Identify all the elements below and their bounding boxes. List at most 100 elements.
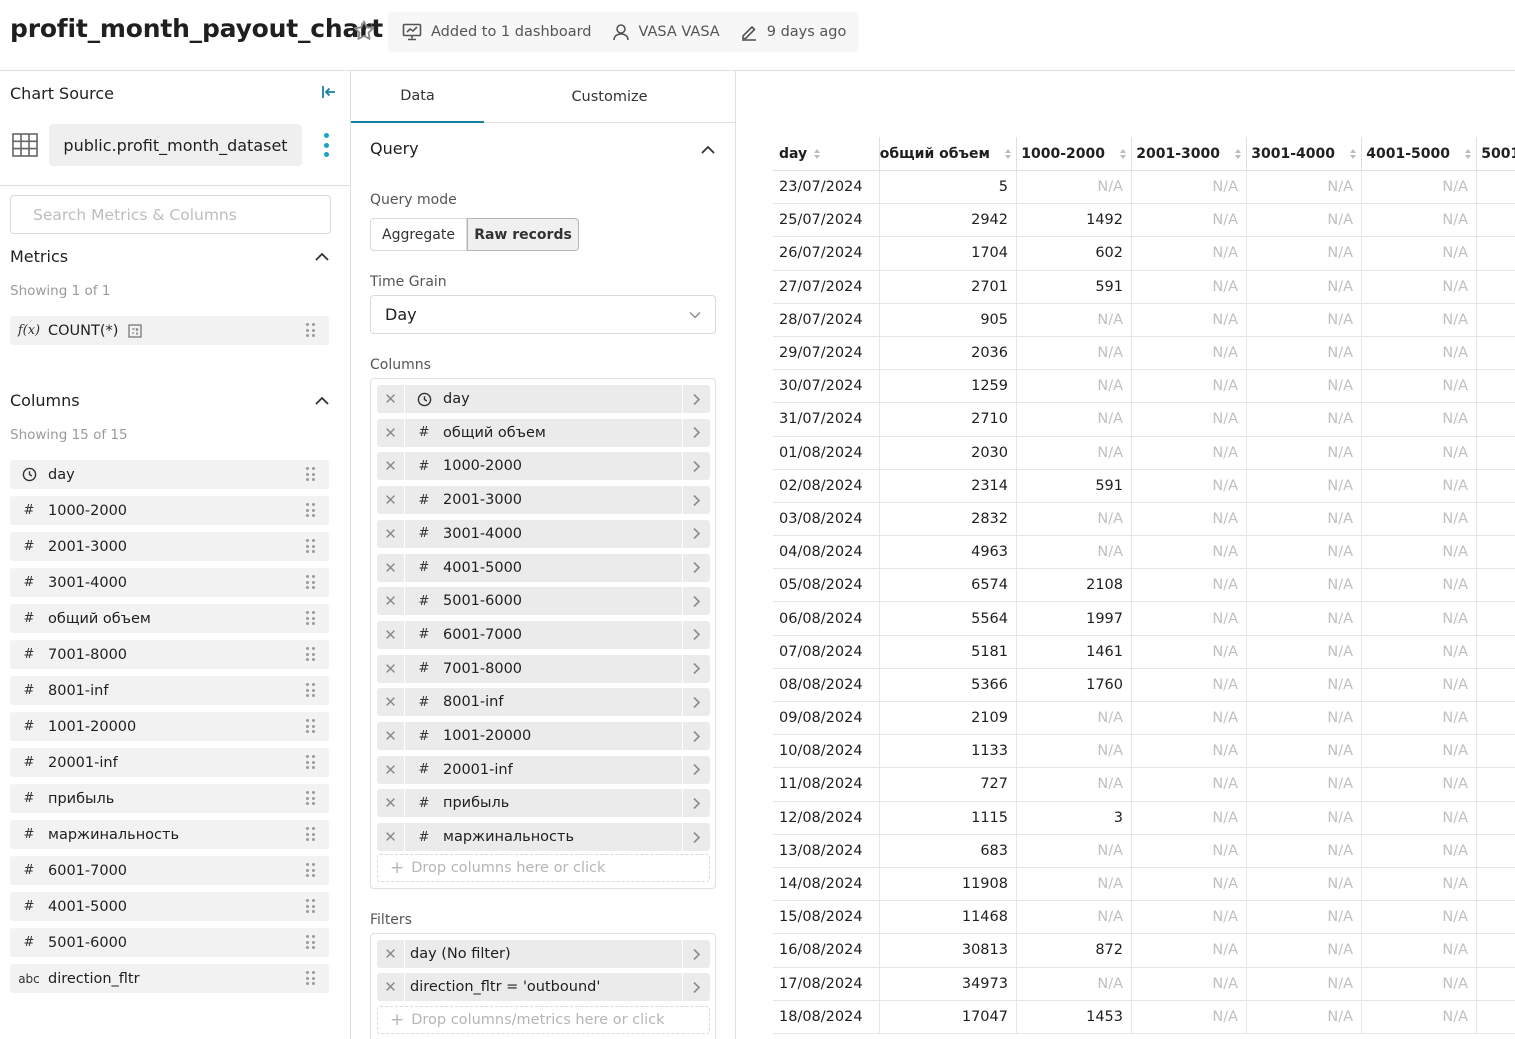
sort-icon[interactable]	[1004, 148, 1012, 160]
column-item[interactable]: abc direction_fltr	[10, 964, 329, 993]
drag-handle-icon[interactable]	[306, 467, 316, 482]
query-section-title[interactable]: Query	[370, 139, 419, 158]
column-header[interactable]: 2001-3000	[1132, 137, 1247, 171]
expand-chip[interactable]	[682, 755, 710, 784]
tab-data[interactable]: Data	[351, 71, 484, 123]
raw-records-button[interactable]: Raw records	[467, 218, 579, 251]
sort-icon[interactable]	[813, 148, 821, 160]
drag-handle-icon[interactable]	[306, 503, 316, 518]
expand-chip[interactable]	[682, 553, 710, 582]
filter-chip[interactable]: ✕ direction_fltr = 'outbound'	[377, 973, 710, 1001]
query-column-chip[interactable]: ✕ # 2001-3000	[377, 486, 710, 515]
sort-icon[interactable]	[1349, 148, 1357, 160]
owner-meta[interactable]: VASA VASA	[612, 23, 720, 41]
dashboards-meta[interactable]: Added to 1 dashboard	[402, 23, 592, 41]
search-metrics-columns-input[interactable]	[10, 195, 331, 234]
remove-icon[interactable]: ✕	[377, 385, 405, 413]
filter-chip[interactable]: ✕ day (No filter)	[377, 940, 710, 968]
remove-icon[interactable]: ✕	[377, 755, 405, 784]
expand-chip[interactable]	[682, 452, 710, 481]
column-header[interactable]: day	[773, 137, 880, 171]
expand-chip[interactable]	[682, 823, 710, 852]
columns-section-title[interactable]: Columns	[10, 391, 80, 410]
expand-chip[interactable]	[682, 418, 710, 447]
column-header[interactable]: общий объем	[880, 137, 1017, 171]
expand-chip[interactable]	[682, 620, 710, 649]
expand-chip[interactable]	[682, 519, 710, 548]
column-item[interactable]: # 2001-3000	[10, 532, 329, 561]
remove-icon[interactable]: ✕	[377, 973, 405, 1001]
sort-icon[interactable]	[1119, 148, 1127, 160]
remove-icon[interactable]: ✕	[377, 486, 405, 515]
sort-icon[interactable]	[1234, 148, 1242, 160]
expand-chip[interactable]	[682, 789, 710, 818]
drag-handle-icon[interactable]	[306, 647, 316, 662]
chart-title[interactable]: profit_month_payout_chart	[10, 14, 383, 43]
query-column-chip[interactable]: ✕ # 5001-6000	[377, 587, 710, 616]
remove-icon[interactable]: ✕	[377, 553, 405, 582]
star-icon[interactable]	[351, 18, 377, 44]
expand-chip[interactable]	[682, 486, 710, 515]
column-item[interactable]: # 20001-inf	[10, 748, 329, 777]
chevron-up-icon[interactable]	[700, 144, 716, 156]
drag-handle-icon[interactable]	[306, 539, 316, 554]
remove-icon[interactable]: ✕	[377, 587, 405, 616]
column-item[interactable]: # 3001-4000	[10, 568, 329, 597]
column-item[interactable]: # 1000-2000	[10, 496, 329, 525]
column-item[interactable]: # 6001-7000	[10, 856, 329, 885]
remove-icon[interactable]: ✕	[377, 722, 405, 750]
column-item[interactable]: # 7001-8000	[10, 640, 329, 669]
drag-handle-icon[interactable]	[306, 935, 316, 950]
drag-handle-icon[interactable]	[306, 971, 316, 986]
remove-icon[interactable]: ✕	[377, 620, 405, 649]
expand-chip[interactable]	[682, 385, 710, 413]
tab-customize[interactable]: Customize	[484, 71, 735, 123]
column-item[interactable]: # 1001-20000	[10, 712, 329, 741]
column-item[interactable]: # 8001-inf	[10, 676, 329, 705]
expand-chip[interactable]	[682, 722, 710, 750]
sort-icon[interactable]	[1464, 148, 1472, 160]
remove-icon[interactable]: ✕	[377, 823, 405, 852]
query-column-chip[interactable]: ✕ # прибыль	[377, 789, 710, 818]
expand-chip[interactable]	[682, 587, 710, 616]
drag-handle-icon[interactable]	[306, 791, 316, 806]
column-item[interactable]: # прибыль	[10, 784, 329, 813]
column-header[interactable]: 3001-4000	[1247, 137, 1362, 171]
query-column-chip[interactable]: ✕ # общий объем	[377, 418, 710, 447]
query-column-chip[interactable]: ✕ # 1001-20000	[377, 722, 710, 750]
metrics-section-title[interactable]: Metrics	[10, 247, 68, 266]
aggregate-button[interactable]: Aggregate	[370, 218, 467, 251]
column-header[interactable]: 1000-2000	[1017, 137, 1132, 171]
remove-icon[interactable]: ✕	[377, 452, 405, 481]
query-column-chip[interactable]: ✕ day	[377, 385, 710, 413]
filters-drop-zone[interactable]: + Drop columns/metrics here or click	[377, 1006, 710, 1034]
remove-icon[interactable]: ✕	[377, 519, 405, 548]
drag-handle-icon[interactable]	[306, 683, 316, 698]
column-header[interactable]: 4001-5000	[1362, 137, 1477, 171]
column-header[interactable]: 5001-6000	[1477, 137, 1515, 171]
expand-chip[interactable]	[682, 973, 710, 1001]
drag-handle-icon[interactable]	[306, 719, 316, 734]
remove-icon[interactable]: ✕	[377, 688, 405, 717]
query-column-chip[interactable]: ✕ # 8001-inf	[377, 688, 710, 717]
drag-handle-icon[interactable]	[306, 323, 316, 338]
modified-meta[interactable]: 9 days ago	[740, 23, 846, 41]
collapse-panel-icon[interactable]	[320, 83, 338, 101]
dataset-menu-icon[interactable]	[318, 131, 334, 159]
query-column-chip[interactable]: ✕ # 6001-7000	[377, 620, 710, 649]
chevron-up-icon[interactable]	[314, 395, 330, 407]
expand-chip[interactable]	[682, 688, 710, 717]
column-item[interactable]: # общий объем	[10, 604, 329, 633]
column-item[interactable]: day	[10, 460, 329, 489]
drag-handle-icon[interactable]	[306, 755, 316, 770]
drag-handle-icon[interactable]	[306, 611, 316, 626]
query-column-chip[interactable]: ✕ # 4001-5000	[377, 553, 710, 582]
time-grain-select[interactable]: Day	[370, 295, 716, 334]
column-item[interactable]: # маржинальность	[10, 820, 329, 849]
dataset-name[interactable]: public.profit_month_dataset	[49, 124, 302, 166]
remove-icon[interactable]: ✕	[377, 940, 405, 968]
remove-icon[interactable]: ✕	[377, 654, 405, 683]
drag-handle-icon[interactable]	[306, 575, 316, 590]
expand-chip[interactable]	[682, 940, 710, 968]
expand-chip[interactable]	[682, 654, 710, 683]
